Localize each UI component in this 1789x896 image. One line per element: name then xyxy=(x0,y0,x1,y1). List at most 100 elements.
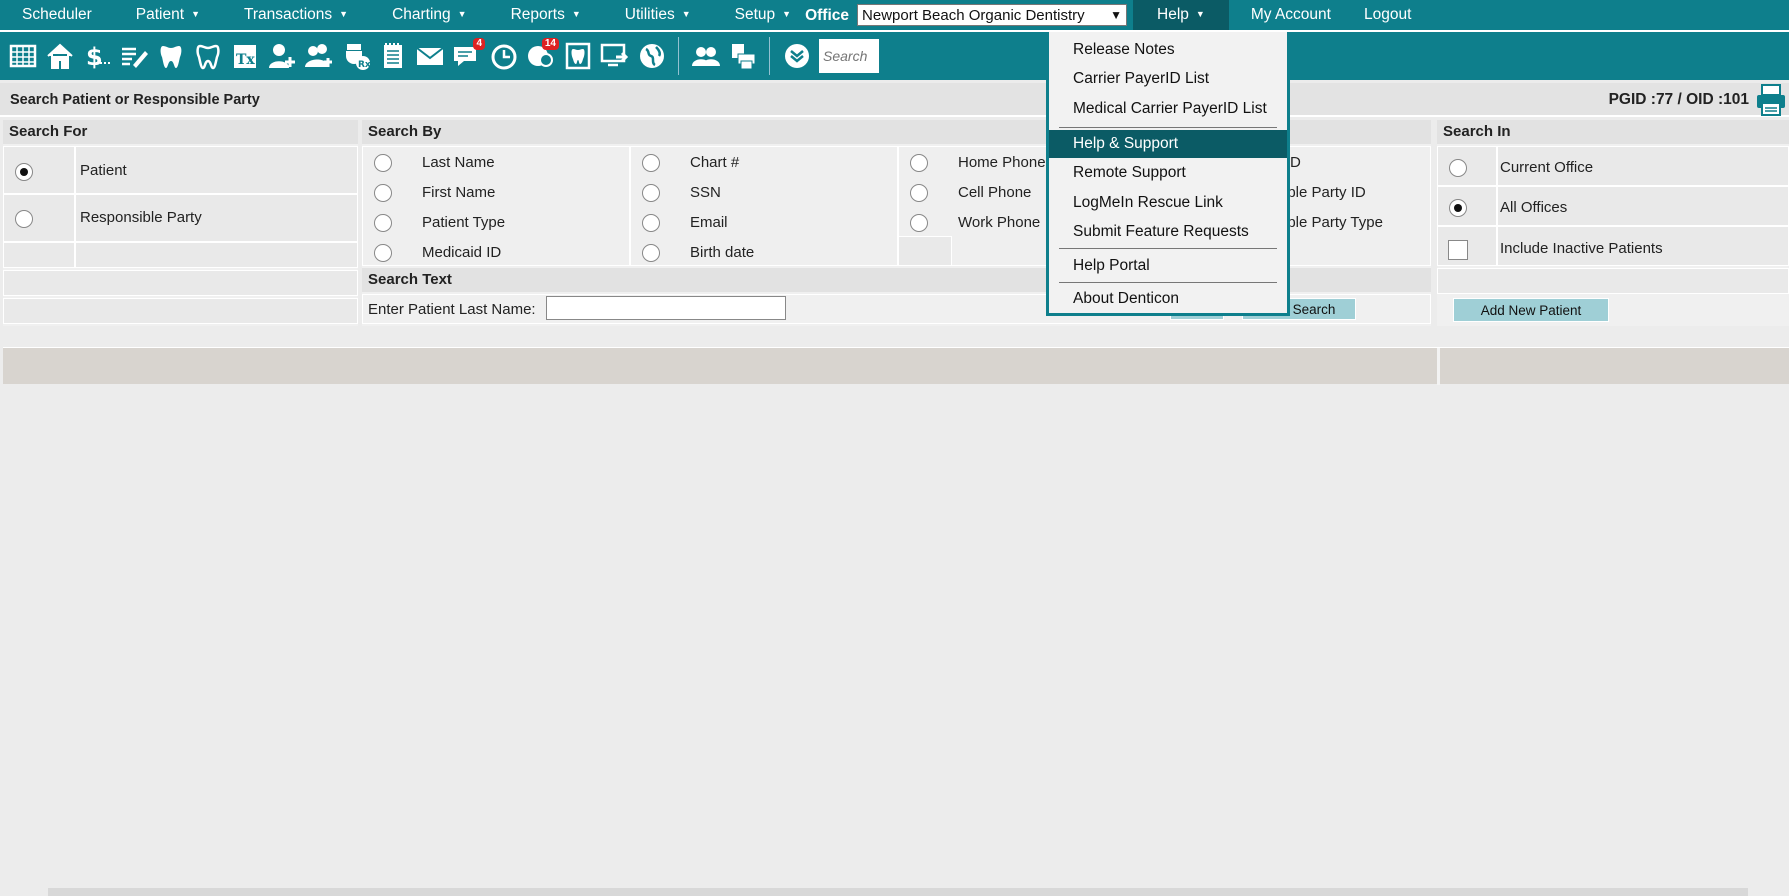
radio-responsible-party-id-label-partial: D xyxy=(1290,154,1301,171)
radio-email[interactable] xyxy=(642,214,660,232)
treatment-tx-icon[interactable]: Tx xyxy=(226,36,263,76)
chevron-down-icon: ▼ xyxy=(571,9,581,19)
globe-icon[interactable] xyxy=(633,36,670,76)
chevron-down-icon: ▼ xyxy=(339,9,349,19)
chevron-down-icon: ▼ xyxy=(782,9,792,19)
radio-patient-type[interactable] xyxy=(374,214,392,232)
tooth-chart-icon[interactable] xyxy=(189,36,226,76)
icon-toolbar: $ Tx Rx 4 14 xyxy=(0,30,1789,80)
nav-setup[interactable]: Setup ▼ xyxy=(713,0,801,30)
radio-last-name[interactable] xyxy=(374,154,392,172)
menu-submit-feature-requests[interactable]: Submit Feature Requests xyxy=(1049,218,1287,246)
nav-charting[interactable]: Charting ▼ xyxy=(370,0,489,30)
nav-logout[interactable]: Logout xyxy=(1353,0,1433,30)
nav-utilities[interactable]: Utilities ▼ xyxy=(603,0,713,30)
menu-help-portal[interactable]: Help Portal xyxy=(1049,252,1287,280)
mail-icon[interactable] xyxy=(411,36,448,76)
cell-bg xyxy=(1437,268,1789,294)
radio-all-offices[interactable] xyxy=(1449,199,1467,217)
menu-divider xyxy=(1059,282,1277,283)
expand-down-icon[interactable] xyxy=(778,36,815,76)
horizontal-scrollbar[interactable] xyxy=(48,888,1748,896)
radio-current-office-label: Current Office xyxy=(1500,159,1594,176)
menu-about-denticon[interactable]: About Denticon xyxy=(1049,285,1287,313)
radio-work-phone[interactable] xyxy=(910,214,928,232)
radio-all-offices-label: All Offices xyxy=(1500,199,1568,216)
svg-text:Rx: Rx xyxy=(358,60,371,70)
patient-last-name-input[interactable] xyxy=(546,296,786,320)
cell-bg xyxy=(1437,146,1497,186)
nav-reports[interactable]: Reports ▼ xyxy=(489,0,603,30)
home-icon[interactable] xyxy=(41,36,78,76)
radio-cell-phone-label: Cell Phone xyxy=(958,184,1032,201)
nav-transactions[interactable]: Transactions ▼ xyxy=(222,0,370,30)
cell-bg xyxy=(3,242,75,268)
radio-responsible-party[interactable] xyxy=(15,210,33,228)
radio-medicaid-id[interactable] xyxy=(374,244,392,262)
results-header-bar xyxy=(3,347,1789,385)
radio-patient[interactable] xyxy=(15,163,33,181)
radio-responsible-party-id-label: ible Party ID xyxy=(1284,184,1366,201)
notepad-icon[interactable] xyxy=(374,36,411,76)
nav-scheduler[interactable]: Scheduler xyxy=(0,0,114,30)
radio-birth-date[interactable] xyxy=(642,244,660,262)
tooth-icon[interactable] xyxy=(152,36,189,76)
nav-utilities-label: Utilities xyxy=(624,6,675,23)
dollar-icon[interactable]: $ xyxy=(78,36,115,76)
cell-bg xyxy=(1437,186,1497,226)
search-in-heading: Search In xyxy=(1437,120,1789,144)
prescription-rx-icon[interactable]: Rx xyxy=(337,36,374,76)
add-new-patient-button[interactable]: Add New Patient xyxy=(1453,298,1609,322)
messages-badge: 4 xyxy=(473,38,485,50)
nav-logout-label: Logout xyxy=(1363,6,1412,23)
menu-remote-support[interactable]: Remote Support xyxy=(1049,159,1287,187)
radio-responsible-party-label: Responsible Party xyxy=(80,209,202,226)
menu-help-and-support[interactable]: Help & Support xyxy=(1049,130,1287,158)
radio-cell-phone[interactable] xyxy=(910,184,928,202)
messages-icon[interactable]: 4 xyxy=(448,36,485,76)
cell-bg xyxy=(3,270,358,296)
radio-ssn[interactable] xyxy=(642,184,660,202)
calendar-grid-icon[interactable] xyxy=(4,36,41,76)
screen-export-icon[interactable] xyxy=(596,36,633,76)
search-in-panel: Search In Current Office All Offices Inc… xyxy=(1437,120,1789,326)
search-for-heading: Search For xyxy=(3,120,358,144)
nav-my-account[interactable]: My Account xyxy=(1229,0,1353,30)
edit-list-icon[interactable] xyxy=(115,36,152,76)
quick-search-input[interactable] xyxy=(819,39,879,73)
radio-chart-number-label: Chart # xyxy=(690,154,740,171)
menu-divider xyxy=(1059,127,1277,128)
radio-work-phone-label: Work Phone xyxy=(958,214,1041,231)
menu-medical-carrier-payerid-list[interactable]: Medical Carrier PayerID List xyxy=(1049,95,1287,123)
nav-charting-label: Charting xyxy=(392,6,451,23)
menu-release-notes[interactable]: Release Notes xyxy=(1049,36,1287,64)
group-users-icon[interactable] xyxy=(687,36,724,76)
menu-carrier-payerid-list[interactable]: Carrier PayerID List xyxy=(1049,65,1287,93)
menu-logmein-rescue-link[interactable]: LogMeIn Rescue Link xyxy=(1049,189,1287,217)
tooth-frame-icon[interactable] xyxy=(559,36,596,76)
radio-chart-number[interactable] xyxy=(642,154,660,172)
radio-current-office[interactable] xyxy=(1449,159,1467,177)
nav-help[interactable]: Help ▼ xyxy=(1133,0,1229,30)
patients-globe-icon[interactable]: 14 xyxy=(522,36,559,76)
radio-home-phone[interactable] xyxy=(910,154,928,172)
include-inactive-label: Include Inactive Patients xyxy=(1500,240,1663,257)
printer-icon[interactable] xyxy=(1755,83,1787,117)
add-family-icon[interactable] xyxy=(300,36,337,76)
patients-badge: 14 xyxy=(541,38,559,50)
page-title: Search Patient or Responsible Party xyxy=(10,92,260,108)
include-inactive-checkbox[interactable] xyxy=(1448,240,1468,260)
clock-icon[interactable] xyxy=(485,36,522,76)
search-text-label: Enter Patient Last Name: xyxy=(368,301,536,318)
dropdown-arrow-icon: ▼ xyxy=(1110,8,1123,22)
radio-first-name[interactable] xyxy=(374,184,392,202)
office-select[interactable]: Newport Beach Organic Dentistry ▼ xyxy=(857,4,1128,26)
radio-home-phone-label: Home Phone xyxy=(958,154,1046,171)
add-patient-icon[interactable] xyxy=(263,36,300,76)
print-docs-icon[interactable] xyxy=(724,36,761,76)
cell-bg xyxy=(75,242,358,268)
svg-text:Tx: Tx xyxy=(236,52,255,68)
nav-reports-label: Reports xyxy=(510,6,565,23)
nav-patient[interactable]: Patient ▼ xyxy=(114,0,222,30)
menu-divider xyxy=(1059,248,1277,249)
